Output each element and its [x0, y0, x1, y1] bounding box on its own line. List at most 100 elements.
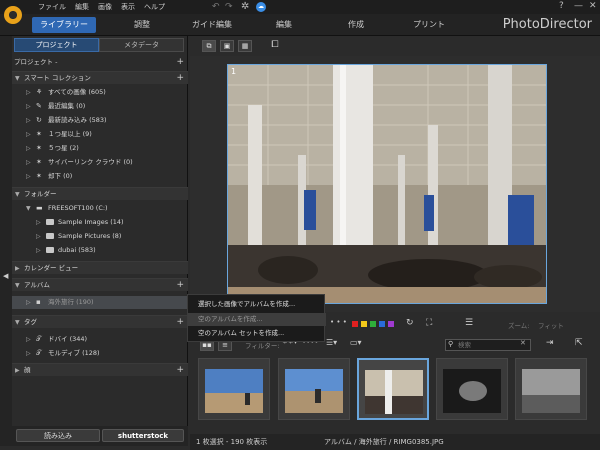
add-tag-icon[interactable]: +	[176, 316, 184, 329]
smart-item-label: サイバーリンク クラウド (0)	[48, 158, 133, 166]
tags-header[interactable]: ▼ タグ +	[12, 315, 188, 328]
menu-help[interactable]: ヘルプ	[144, 2, 165, 12]
folder-item[interactable]: ▷ dubai (583)	[12, 244, 188, 257]
album-item[interactable]: ▷ ▪ 海外旅行 (190)	[12, 296, 188, 309]
album-header[interactable]: ▼ アルバム +	[12, 278, 188, 291]
color-label-blue[interactable]	[379, 321, 385, 327]
faces-label: 顔	[24, 366, 31, 374]
clear-search-icon[interactable]: ✕	[520, 339, 526, 347]
smart-item-latest-import[interactable]: ▷ ↻ 最新読み込み (583)	[12, 114, 188, 127]
stack-icon[interactable]: ▭▾	[350, 338, 362, 347]
tab-library[interactable]: ライブラリー	[32, 17, 96, 33]
zoom-select[interactable]: フィット	[538, 320, 564, 330]
tab-adjust[interactable]: 調整	[128, 17, 156, 33]
smart-item-cloud[interactable]: ▷ ✶ サイバーリンク クラウド (0)	[12, 156, 188, 169]
tag-item[interactable]: ▷ 𝒯 ドバイ (344)	[12, 333, 188, 346]
menu-image[interactable]: 画像	[98, 2, 112, 12]
tag-icon: 𝒯	[36, 349, 42, 357]
grid-view-icon[interactable]: ▦	[238, 40, 252, 52]
thumbnail-selected[interactable]	[357, 358, 429, 420]
color-label-yellow[interactable]	[361, 321, 367, 327]
tab-project[interactable]: プロジェクト	[14, 38, 99, 52]
expand-icon[interactable]: ▼	[15, 72, 20, 85]
thumbnail-image	[285, 369, 343, 413]
rating-dots[interactable]: • • •	[330, 318, 347, 326]
redo-icon[interactable]: ↷	[225, 2, 233, 12]
tab-create[interactable]: 作成	[344, 17, 368, 33]
color-label-green[interactable]	[370, 321, 376, 327]
folders-header[interactable]: ▼ フォルダー	[12, 187, 188, 200]
smart-collection-header[interactable]: ▼ スマート コレクション +	[12, 71, 188, 84]
expand-icon[interactable]: ▶	[15, 262, 20, 275]
library-panel: プロジェクト メタデータ プロジェクト - + ▼ スマート コレクション + …	[12, 36, 188, 446]
tab-print[interactable]: プリント	[412, 17, 446, 33]
album-icon: ▪	[36, 298, 41, 306]
import-to-icon[interactable]: ⇥	[546, 338, 554, 348]
color-label-red[interactable]	[352, 321, 358, 327]
export-icon[interactable]: ⇱	[575, 338, 583, 348]
crop-icon[interactable]: ⛶	[426, 318, 432, 328]
help-button[interactable]: ?	[559, 1, 564, 11]
import-button[interactable]: 読み込み	[16, 429, 100, 442]
minimize-button[interactable]: —	[574, 1, 583, 11]
smart-item-recent-edit[interactable]: ▷ ✎ 最近編集 (0)	[12, 100, 188, 113]
single-view-icon[interactable]: ▣	[220, 40, 234, 52]
thumbnail-image	[365, 370, 423, 414]
add-album-icon[interactable]: +	[176, 279, 184, 292]
photo-index: 1	[231, 67, 237, 76]
menu-file[interactable]: ファイル	[38, 2, 66, 12]
thumbnail[interactable]	[198, 358, 270, 420]
tag-item[interactable]: ▷ 𝒯 モルディブ (128)	[12, 347, 188, 360]
expand-icon[interactable]: ▶	[15, 364, 20, 377]
main-photo[interactable]: 1	[227, 64, 547, 304]
expand-icon[interactable]: ▼	[15, 188, 20, 201]
folders-label: フォルダー	[24, 190, 57, 198]
smart-item-five-star[interactable]: ▷ ✶ ５つ星 (2)	[12, 142, 188, 155]
tab-edit[interactable]: 編集	[272, 17, 296, 33]
close-button[interactable]: ✕	[589, 1, 597, 11]
smart-item-one-star[interactable]: ▷ ✶ １つ星以上 (9)	[12, 128, 188, 141]
menu-create-empty-album[interactable]: 空のアルバムを作成...	[188, 313, 326, 326]
faces-header[interactable]: ▶ 顔 +	[12, 363, 188, 376]
expand-icon[interactable]: ▼	[15, 316, 20, 329]
folder-item[interactable]: ▷ Sample Pictures (8)	[12, 230, 188, 243]
panel-tabs: プロジェクト メタデータ	[14, 38, 184, 52]
smart-item-all[interactable]: ▷ ⚘ すべての画像 (605)	[12, 86, 188, 99]
tab-guided-edit[interactable]: ガイド編集	[190, 17, 234, 33]
rotate-icon[interactable]: ↻	[406, 318, 414, 328]
menu-create-empty-album-set[interactable]: 空のアルバム セットを作成...	[188, 327, 326, 340]
calendar-header[interactable]: ▶ カレンダー ビュー	[12, 261, 188, 274]
sort-icon[interactable]: ☰	[465, 318, 473, 328]
add-face-icon[interactable]: +	[176, 364, 184, 377]
album-item-label: 海外旅行 (190)	[48, 298, 94, 306]
expand-icon[interactable]: ▼	[15, 279, 20, 292]
project-row[interactable]: プロジェクト - +	[12, 56, 188, 69]
compare-view-icon[interactable]: ⧉	[202, 40, 216, 52]
shutterstock-button[interactable]: shutterstock	[102, 429, 184, 442]
add-project-icon[interactable]: +	[176, 56, 184, 69]
thumbnail[interactable]	[515, 358, 587, 420]
undo-icon[interactable]: ↶	[212, 2, 220, 12]
smart-item-rejected[interactable]: ▷ ✶ 却下 (0)	[12, 170, 188, 183]
color-label-purple[interactable]	[388, 321, 394, 327]
thumbnail[interactable]	[436, 358, 508, 420]
filter-tag-icon[interactable]: ☰▾	[326, 338, 337, 347]
second-display-icon[interactable]: ⧠	[268, 40, 282, 52]
tab-metadata[interactable]: メタデータ	[99, 38, 184, 52]
cloud-account-icon[interactable]: ☁	[256, 2, 266, 12]
search-input[interactable]	[445, 339, 531, 351]
title-bar: ファイル 編集 画像 表示 ヘルプ ↶ ↷ ✲ ☁ ? — ✕	[0, 0, 600, 14]
smart-item-label: １つ星以上 (9)	[48, 130, 92, 138]
folder-item[interactable]: ▷ Sample Images (14)	[12, 216, 188, 229]
drive-row[interactable]: ▼ ▬ FREESOFT100 (C:)	[12, 202, 188, 215]
menu-edit[interactable]: 編集	[75, 2, 89, 12]
gear-icon[interactable]: ✲	[241, 1, 249, 12]
add-smart-collection-icon[interactable]: +	[176, 72, 184, 85]
thumbnail-image	[205, 369, 263, 413]
menu-create-album-from-selection[interactable]: 選択した画像でアルバムを作成...	[188, 298, 326, 311]
thumbnail[interactable]	[278, 358, 350, 420]
thumbnail-image	[443, 369, 501, 413]
menu-view[interactable]: 表示	[121, 2, 135, 12]
selection-status: 1 枚選択 - 190 枚表示	[196, 438, 268, 446]
collapse-panel-icon[interactable]: ◀	[3, 272, 8, 280]
